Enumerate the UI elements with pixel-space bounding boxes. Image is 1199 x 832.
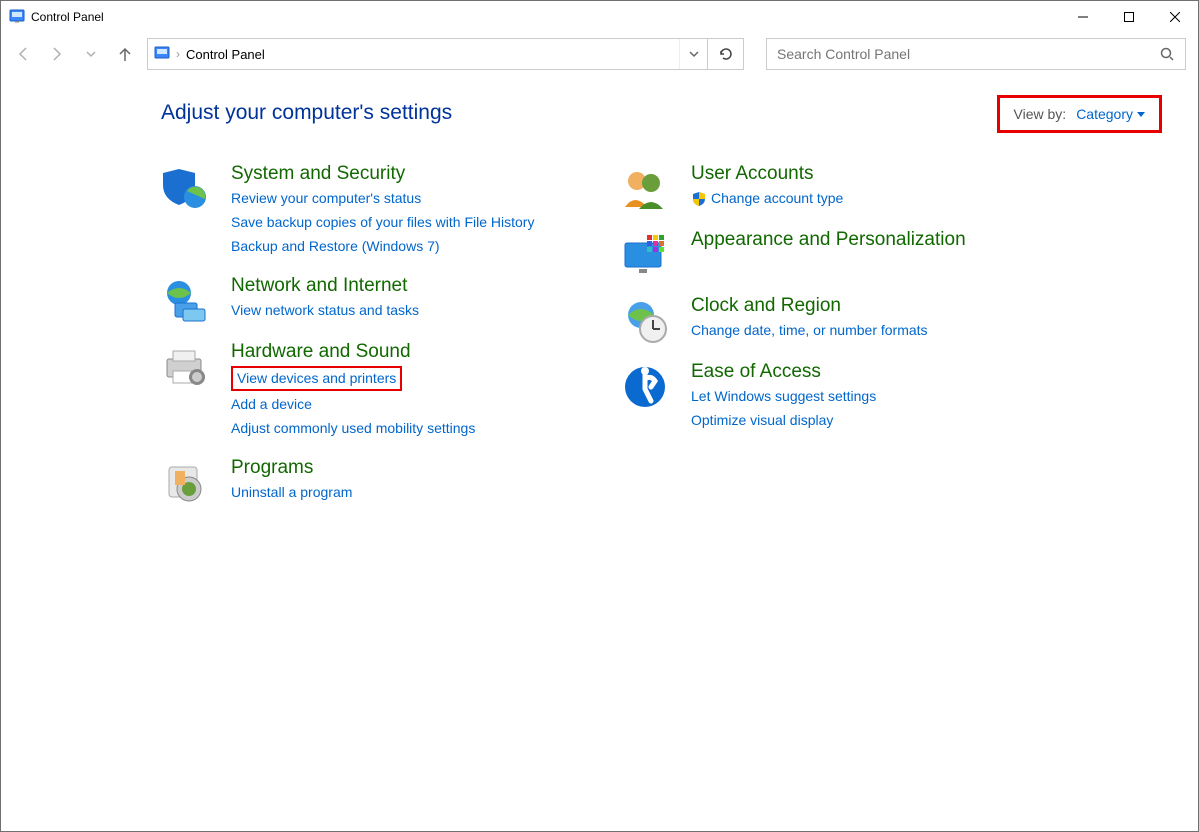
category-programs: Programs Uninstall a program — [161, 457, 591, 505]
control-panel-icon — [9, 8, 25, 27]
link-network-status[interactable]: View network status and tasks — [231, 300, 419, 321]
nav-bar: › Control Panel — [1, 33, 1198, 75]
appearance-icon — [621, 229, 677, 277]
search-box[interactable] — [766, 38, 1186, 70]
link-mobility-settings[interactable]: Adjust commonly used mobility settings — [231, 418, 475, 439]
category-hardware: Hardware and Sound View devices and prin… — [161, 341, 591, 439]
category-user-accounts: User Accounts Change account type — [621, 163, 1051, 211]
up-button[interactable] — [115, 44, 135, 64]
window-title: Control Panel — [31, 10, 104, 24]
hardware-title[interactable]: Hardware and Sound — [231, 341, 475, 363]
forward-button[interactable] — [47, 44, 67, 64]
back-button[interactable] — [13, 44, 33, 64]
globe-network-icon — [161, 275, 217, 323]
category-system-security: System and Security Review your computer… — [161, 163, 591, 257]
clock-title[interactable]: Clock and Region — [691, 295, 928, 317]
search-icon — [1157, 47, 1177, 61]
control-panel-icon — [154, 45, 170, 64]
uac-shield-icon — [691, 191, 707, 207]
system-security-title[interactable]: System and Security — [231, 163, 534, 185]
window: Control Panel › Control Panel — [0, 0, 1199, 832]
link-windows-suggest[interactable]: Let Windows suggest settings — [691, 386, 876, 407]
recent-button[interactable] — [81, 44, 101, 64]
link-backup-restore[interactable]: Backup and Restore (Windows 7) — [231, 236, 440, 257]
users-icon — [621, 163, 677, 211]
link-view-devices[interactable]: View devices and printers — [231, 366, 402, 391]
category-ease-of-access: Ease of Access Let Windows suggest setti… — [621, 361, 1051, 431]
refresh-button[interactable] — [707, 38, 743, 70]
printer-icon — [161, 341, 217, 389]
users-title[interactable]: User Accounts — [691, 163, 843, 185]
minimize-button[interactable] — [1060, 1, 1106, 33]
breadcrumb[interactable]: Control Panel — [186, 47, 265, 62]
category-network: Network and Internet View network status… — [161, 275, 591, 323]
link-change-account-type[interactable]: Change account type — [711, 188, 843, 209]
network-title[interactable]: Network and Internet — [231, 275, 419, 297]
maximize-button[interactable] — [1106, 1, 1152, 33]
link-review-status[interactable]: Review your computer's status — [231, 188, 421, 209]
search-input[interactable] — [775, 45, 1157, 63]
content-area: Adjust your computer's settings View by:… — [1, 75, 1198, 831]
ease-title[interactable]: Ease of Access — [691, 361, 876, 383]
close-button[interactable] — [1152, 1, 1198, 33]
category-clock: Clock and Region Change date, time, or n… — [621, 295, 1051, 343]
link-add-device[interactable]: Add a device — [231, 394, 312, 415]
programs-title[interactable]: Programs — [231, 457, 352, 479]
view-by-dropdown[interactable]: Category — [1076, 106, 1145, 122]
title-bar: Control Panel — [1, 1, 1198, 33]
view-by-label: View by: — [1014, 106, 1067, 122]
page-title: Adjust your computer's settings — [161, 101, 452, 125]
view-by-control: View by: Category — [997, 95, 1162, 133]
left-column: System and Security Review your computer… — [161, 163, 591, 523]
link-file-history[interactable]: Save backup copies of your files with Fi… — [231, 212, 534, 233]
right-column: User Accounts Change account type — [621, 163, 1051, 523]
appearance-title[interactable]: Appearance and Personalization — [691, 229, 966, 251]
chevron-right-icon: › — [176, 47, 180, 61]
link-uninstall[interactable]: Uninstall a program — [231, 482, 352, 503]
link-optimize-visual[interactable]: Optimize visual display — [691, 410, 833, 431]
clock-globe-icon — [621, 295, 677, 343]
category-appearance: Appearance and Personalization — [621, 229, 1051, 277]
shield-computer-icon — [161, 163, 217, 211]
ease-of-access-icon — [621, 361, 677, 409]
programs-icon — [161, 457, 217, 505]
address-dropdown-button[interactable] — [679, 39, 707, 69]
address-bar[interactable]: › Control Panel — [147, 38, 744, 70]
view-by-value: Category — [1076, 106, 1133, 122]
link-change-date-time[interactable]: Change date, time, or number formats — [691, 320, 928, 341]
